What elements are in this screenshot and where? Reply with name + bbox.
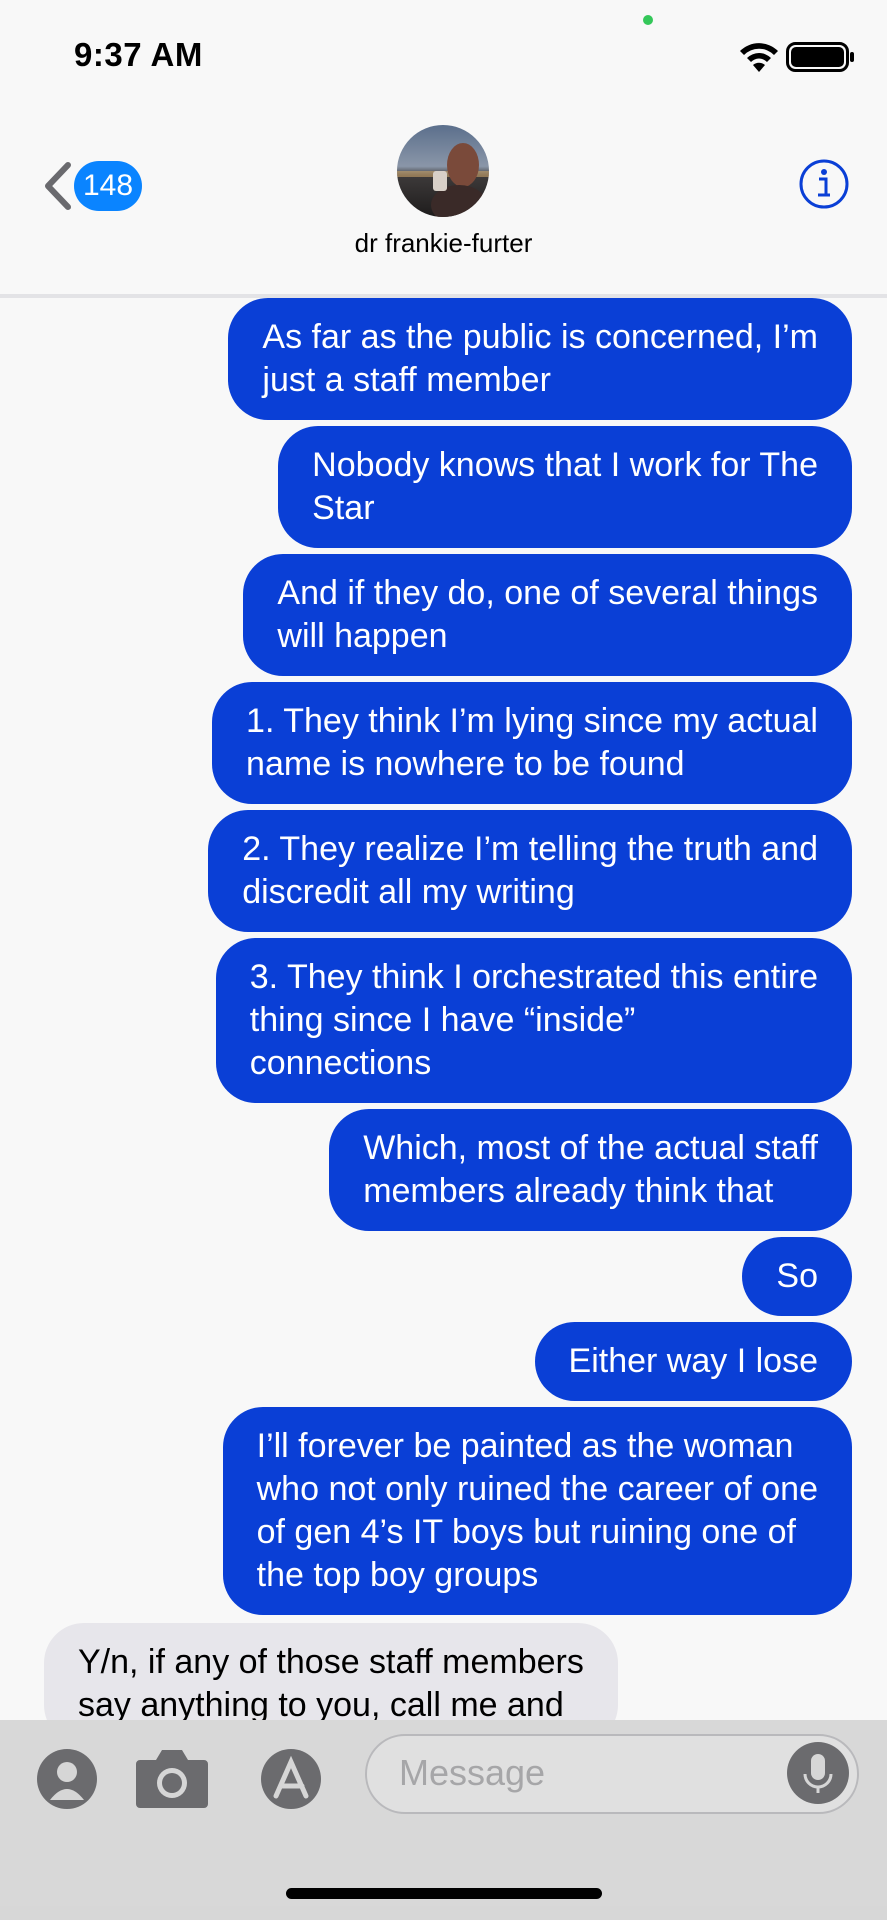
unread-count-badge: 148 [74,161,142,211]
wifi-icon [740,43,778,72]
message-input[interactable]: Message [365,1734,859,1814]
chevron-left-icon [45,162,71,210]
conversation-header: 148 dr frankie-furter [0,100,887,298]
app-store-icon[interactable] [254,1748,334,1810]
sent-message-bubble[interactable]: As far as the public is concerned, I’m j… [228,298,852,420]
sent-message-bubble[interactable]: Which, most of the actual staff members … [329,1109,852,1231]
message-placeholder: Message [399,1752,546,1793]
status-bar: 9:37 AM [0,0,887,100]
sent-message-bubble[interactable]: 1. They think I’m lying since my actual … [212,682,852,804]
microphone-button[interactable] [787,1742,849,1804]
contact-name[interactable]: dr frankie-furter [0,228,887,259]
battery-icon [786,42,854,72]
sent-message-bubble[interactable]: 2. They realize I’m telling the truth an… [208,810,852,932]
messages-screen: 9:37 AM 148 dr frankie-furter As far as … [0,0,887,1920]
message-list[interactable]: As far as the public is concerned, I’m j… [0,298,887,1720]
back-button[interactable]: 148 [40,158,142,214]
sent-message-bubble[interactable]: Nobody knows that I work for The Star [278,426,852,548]
sent-message-bubble[interactable]: And if they do, one of several things wi… [243,554,852,676]
microphone-icon [803,1754,833,1793]
received-message-bubble[interactable]: Y/n, if any of those staff members say a… [44,1623,618,1720]
sent-message-bubble[interactable]: 3. They think I orchestrated this entire… [215,938,852,1103]
sent-message-bubble[interactable]: I’ll forever be painted as the woman who… [222,1407,852,1615]
sent-message-bubble[interactable]: Either way I lose [534,1322,852,1401]
contact-avatar[interactable] [397,125,489,217]
info-circle-icon[interactable] [798,158,850,210]
memoji-icon[interactable] [36,1748,98,1810]
privacy-indicator-dot [643,15,653,25]
camera-icon[interactable] [134,1744,210,1810]
home-indicator[interactable] [286,1888,602,1899]
avatar-photo [397,125,489,217]
status-time: 9:37 AM [74,36,203,73]
sent-message-bubble[interactable]: So [742,1237,852,1316]
